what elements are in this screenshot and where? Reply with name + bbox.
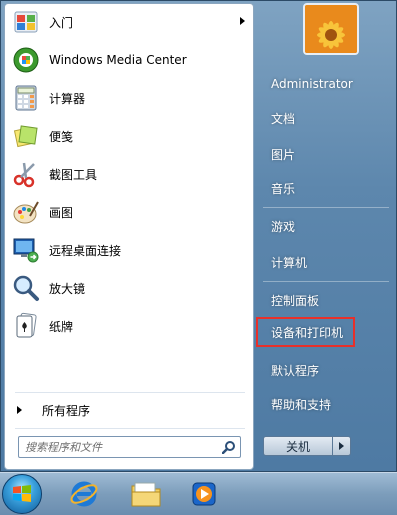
right-item-label: Administrator	[271, 77, 353, 91]
right-item-control-panel[interactable]: 控制面板	[263, 287, 391, 313]
start-orb-icon[interactable]	[2, 474, 42, 514]
program-item-calculator[interactable]: 计算器	[7, 80, 251, 116]
right-item-music[interactable]: 音乐	[263, 175, 391, 201]
program-item-solitaire[interactable]: 纸牌	[7, 308, 251, 344]
right-item-computer[interactable]: 计算机	[263, 249, 391, 275]
right-item-label: 控制面板	[271, 293, 320, 308]
right-item-label: 默认程序	[271, 363, 320, 378]
right-item-label: 游戏	[271, 219, 296, 234]
program-item-remote-desktop[interactable]: 远程桌面连接	[7, 232, 251, 268]
right-item-administrator[interactable]: Administrator	[263, 71, 391, 97]
remote-desktop-icon	[11, 235, 41, 265]
program-label: 纸牌	[49, 319, 74, 334]
calculator-icon	[11, 83, 41, 113]
taskbar	[0, 472, 397, 515]
divider	[15, 392, 245, 393]
program-label: 入门	[49, 15, 74, 30]
shutdown-label: 关机	[285, 439, 310, 454]
program-label: 便笺	[49, 129, 74, 144]
right-item-default-programs[interactable]: 默认程序	[263, 357, 391, 383]
user-picture[interactable]	[303, 3, 359, 55]
program-label: 放大镜	[49, 281, 86, 296]
program-label: 远程桌面连接	[49, 243, 122, 258]
internet-explorer-icon[interactable]	[66, 477, 102, 511]
program-item-windows-media-center[interactable]: Windows Media Center	[7, 42, 251, 78]
search-input[interactable]	[19, 437, 218, 457]
submenu-arrow-icon	[240, 17, 245, 25]
chevron-right-icon	[339, 442, 344, 450]
program-item-magnifier[interactable]: 放大镜	[7, 270, 251, 306]
program-item-snipping-tool[interactable]: 截图工具	[7, 156, 251, 192]
start-menu: 入门 Windows Media Center 计算器 便笺 截图工具 画图 远…	[0, 0, 397, 472]
program-item-sticky-notes[interactable]: 便笺	[7, 118, 251, 154]
program-label: 计算器	[49, 91, 86, 106]
shutdown-options-button[interactable]	[333, 436, 351, 456]
all-programs-label: 所有程序	[42, 403, 91, 418]
search-icon[interactable]	[218, 437, 240, 457]
getting-started-icon	[11, 7, 41, 37]
search-box	[18, 436, 241, 458]
magnifier-icon	[11, 273, 41, 303]
programs-pane: 入门 Windows Media Center 计算器 便笺 截图工具 画图 远…	[4, 3, 254, 470]
right-item-help-and-support[interactable]: 帮助和支持	[263, 391, 391, 417]
right-item-label: 帮助和支持	[271, 397, 332, 412]
sticky-notes-icon	[11, 121, 41, 151]
right-item-pictures[interactable]: 图片	[263, 141, 391, 167]
right-item-label: 图片	[271, 147, 296, 162]
right-item-games[interactable]: 游戏	[263, 213, 391, 239]
right-item-label: 计算机	[271, 255, 308, 270]
solitaire-icon	[11, 311, 41, 341]
right-item-label: 文档	[271, 111, 296, 126]
shutdown-button[interactable]: 关机	[263, 436, 333, 456]
program-item-getting-started[interactable]: 入门	[7, 4, 251, 40]
divider	[263, 207, 389, 208]
user-avatar-flower-icon	[305, 5, 357, 53]
right-item-label: 音乐	[271, 181, 296, 196]
divider	[15, 428, 245, 429]
snipping-tool-icon	[11, 159, 41, 189]
program-label: Windows Media Center	[49, 53, 187, 67]
divider	[263, 281, 389, 282]
highlight-annotation	[256, 317, 355, 347]
windows-explorer-icon[interactable]	[128, 477, 164, 511]
paint-icon	[11, 197, 41, 227]
program-label: 截图工具	[49, 167, 98, 182]
all-programs-button[interactable]: 所有程序	[7, 398, 251, 422]
program-item-paint[interactable]: 画图	[7, 194, 251, 230]
program-label: 画图	[49, 205, 74, 220]
media-player-icon[interactable]	[186, 477, 222, 511]
right-item-documents[interactable]: 文档	[263, 105, 391, 131]
chevron-right-icon	[17, 406, 22, 414]
windows-media-center-icon	[11, 45, 41, 75]
